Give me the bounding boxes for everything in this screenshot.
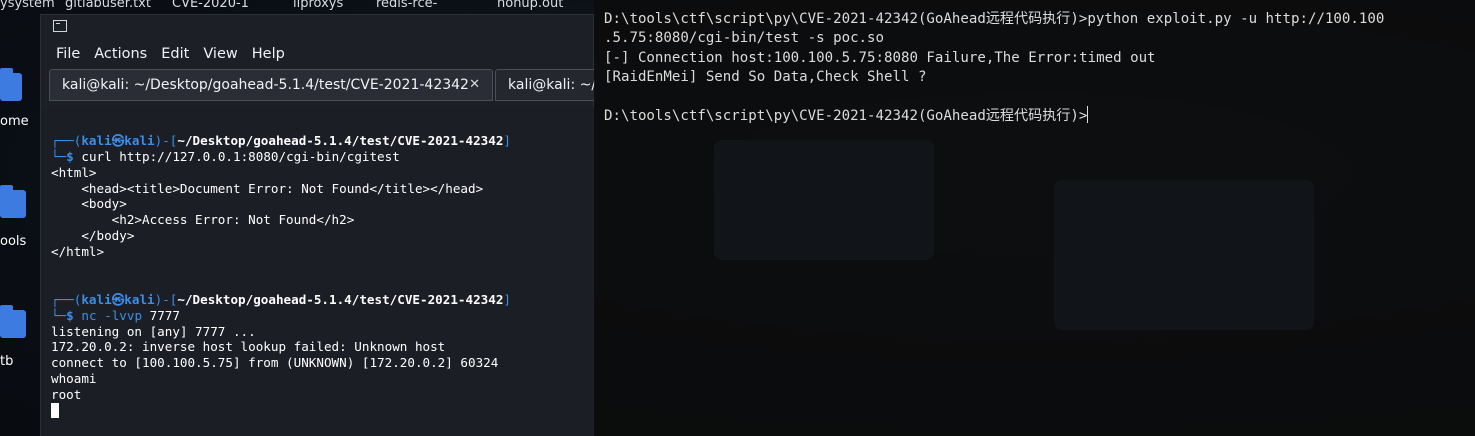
kali-titlebar[interactable] <box>41 15 593 37</box>
cmd-terminal-output[interactable]: D:\tools\ctf\script\py\CVE-2021-42342(Go… <box>604 10 1469 127</box>
output-line: <h2>Access Error: Not Found</h2> <box>51 212 355 228</box>
close-icon[interactable]: ✕ <box>469 70 480 100</box>
cmd-line: .5.75:8080/cgi-bin/test -s poc.so <box>604 30 885 47</box>
tab-label: kali@kali: ~/Desktop/goahead-5.1.4/test/… <box>62 77 469 93</box>
prompt-bracket: ] <box>503 291 511 307</box>
cmd-cursor <box>1087 106 1089 124</box>
output-line: connect to [100.100.5.75] from (UNKNOWN)… <box>51 355 499 371</box>
prompt-bracket: )-[ <box>154 291 178 307</box>
command-text: curl http://127.0.0.1:8080/cgi-bin/cgite… <box>81 148 400 164</box>
output-line: <head><title>Document Error: Not Found</… <box>51 180 484 196</box>
menu-actions[interactable]: Actions <box>94 43 147 65</box>
cmd-terminal-window[interactable]: D:\tools\ctf\script\py\CVE-2021-42342(Go… <box>594 0 1475 436</box>
prompt-corner: └─ <box>51 307 67 323</box>
prompt-at: ㉿ <box>111 132 125 148</box>
command-flag: -lvvp <box>104 307 143 323</box>
output-line: 172.20.0.2: inverse host lookup failed: … <box>51 339 446 355</box>
output-line: </html> <box>51 244 105 260</box>
cmd-line: [-] Connection host:100.100.5.75:8080 Fa… <box>604 49 1156 66</box>
prompt-user: kali <box>81 291 112 307</box>
wallpaper-shape <box>1054 180 1314 330</box>
kali-terminal-window[interactable]: File Actions Edit View Help kali@kali: ~… <box>40 14 595 436</box>
desktop-file-label[interactable]: gitlabuser.txt <box>65 0 151 11</box>
desktop-file-label[interactable]: CVE-2020-1 <box>172 0 249 11</box>
prompt-dollar: $ <box>66 148 74 164</box>
prompt-bracket: ] <box>503 132 511 148</box>
kali-menubar: File Actions Edit View Help <box>41 43 593 65</box>
prompt-path: ~/Desktop/goahead-5.1.4/test/CVE-2021-42… <box>177 132 504 148</box>
prompt-corner: ┌──( <box>51 132 82 148</box>
prompt-at: ㉿ <box>111 291 125 307</box>
prompt-host: kali <box>124 132 155 148</box>
output-line: </body> <box>51 228 135 244</box>
desktop-side-label[interactable]: tb <box>0 354 13 369</box>
output-line: <body> <box>51 196 127 212</box>
tab-terminal-1[interactable]: kali@kali: ~/Desktop/goahead-5.1.4/test/… <box>49 69 493 101</box>
output-line: <html> <box>51 164 97 180</box>
cmd-line: [RaidEnMei] Send So Data,Check Shell ? <box>604 68 927 85</box>
menu-view[interactable]: View <box>203 43 237 65</box>
terminal-cursor <box>51 403 59 419</box>
cmd-line: D:\tools\ctf\script\py\CVE-2021-42342(Go… <box>604 11 1385 27</box>
home-folder-icon[interactable] <box>0 68 22 101</box>
command-arg: 7777 <box>149 307 180 323</box>
desktop-file-label[interactable]: llproxys <box>293 0 343 11</box>
output-line: listening on [any] 7777 ... <box>51 323 256 339</box>
output-line: root <box>51 387 82 403</box>
cmd-line <box>604 87 1469 106</box>
tab-label: kali@kali: ~/D <box>508 77 595 93</box>
kali-terminal-output[interactable]: ┌──(kali㉿kali)-[~/Desktop/goahead-5.1.4/… <box>41 107 595 436</box>
prompt-path: ~/Desktop/goahead-5.1.4/test/CVE-2021-42… <box>177 291 504 307</box>
tab-terminal-2[interactable]: kali@kali: ~/D <box>495 69 595 101</box>
prompt-corner: └─ <box>51 148 67 164</box>
prompt-corner: ┌──( <box>51 291 82 307</box>
terminal-icon <box>53 20 67 32</box>
wallpaper-shape <box>714 140 934 260</box>
folder-icon[interactable] <box>0 185 26 218</box>
cmd-line: D:\tools\ctf\script\py\CVE-2021-42342(Go… <box>604 108 1088 125</box>
menu-file[interactable]: File <box>56 43 80 65</box>
prompt-bracket: )-[ <box>154 132 178 148</box>
prompt-host: kali <box>124 291 155 307</box>
command-name: nc <box>81 307 97 323</box>
desktop-side-label[interactable]: ome <box>0 114 29 129</box>
desktop-file-label[interactable]: nohup.out <box>497 0 563 11</box>
folder-icon[interactable] <box>0 305 26 338</box>
prompt-user: kali <box>81 132 112 148</box>
desktop-file-label[interactable]: ysystem <box>0 0 55 11</box>
prompt-dollar: $ <box>66 307 74 323</box>
kali-tab-bar: kali@kali: ~/Desktop/goahead-5.1.4/test/… <box>49 69 595 101</box>
menu-edit[interactable]: Edit <box>161 43 189 65</box>
desktop-side-label[interactable]: ools <box>0 234 26 249</box>
menu-help[interactable]: Help <box>252 43 285 65</box>
output-line: whoami <box>51 371 97 387</box>
desktop-file-label[interactable]: redis-rce- <box>376 0 437 11</box>
